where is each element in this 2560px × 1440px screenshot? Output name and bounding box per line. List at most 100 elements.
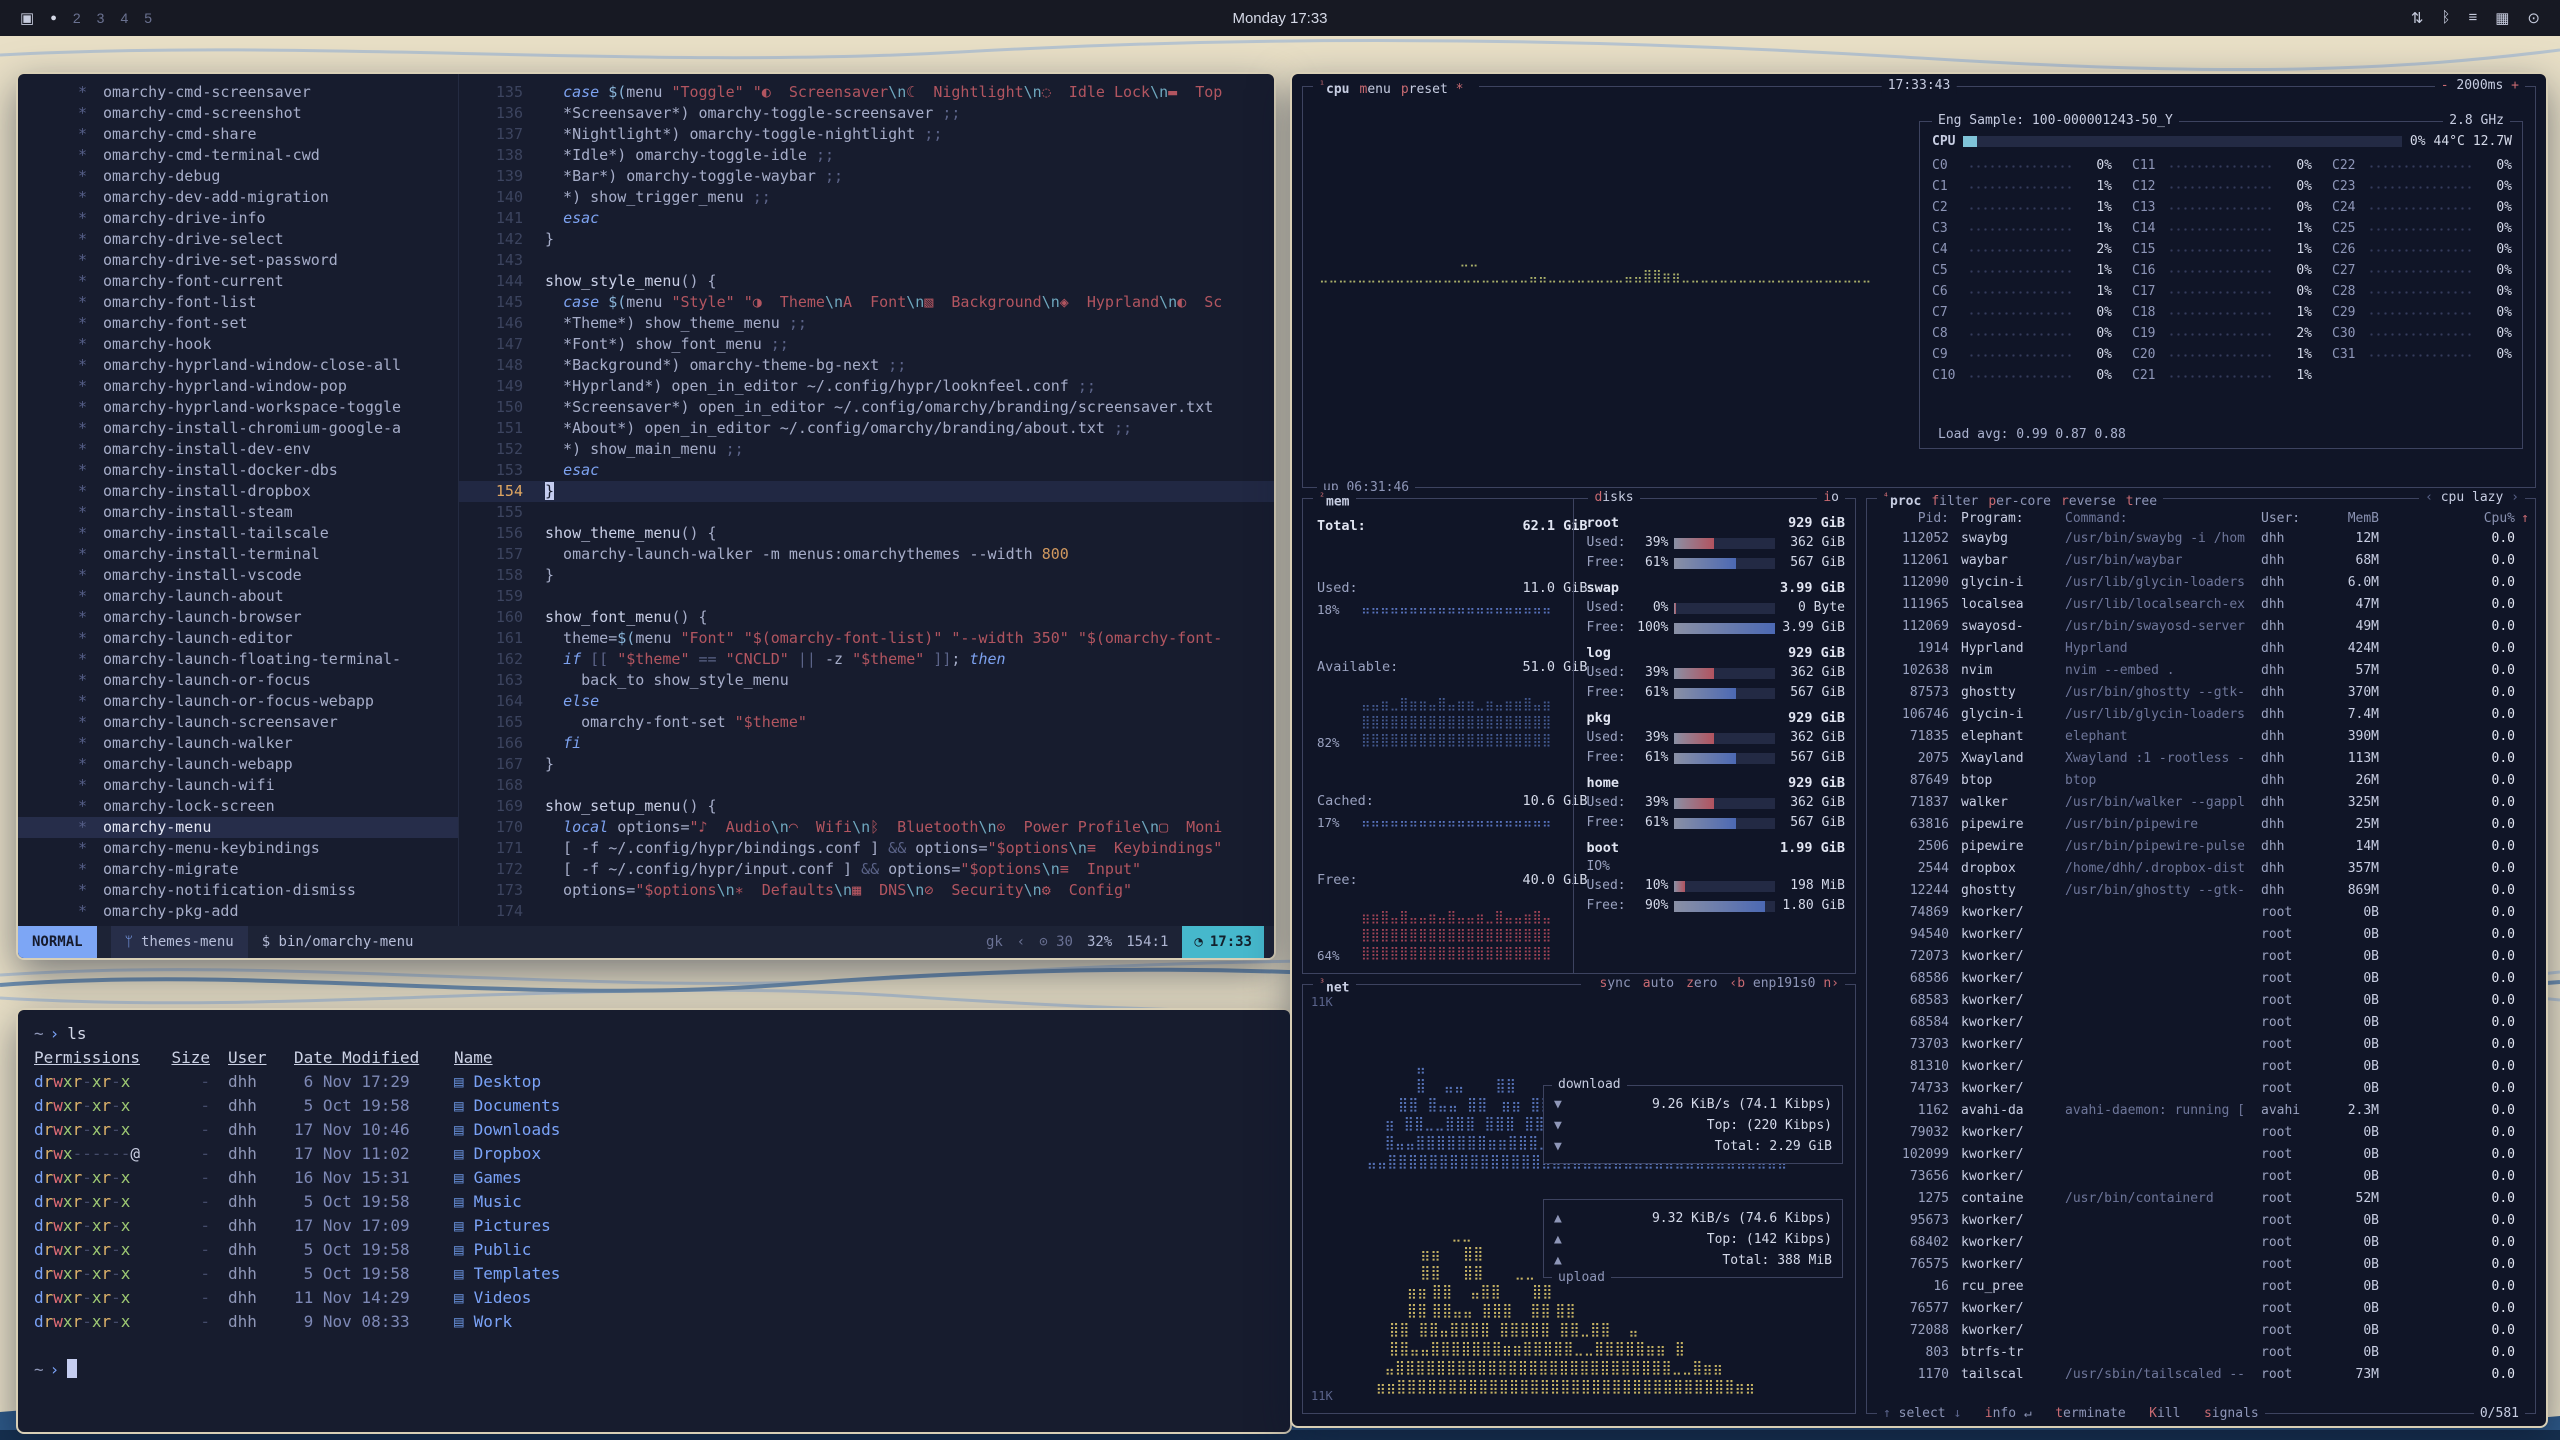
code-line-137[interactable]: 137 *Nightlight*) omarchy-toggle-nightli… <box>459 124 1274 145</box>
code-line-151[interactable]: 151 *About*) open_in_editor ~/.config/om… <box>459 418 1274 439</box>
menu-button[interactable]: menu <box>1360 82 1391 97</box>
file-item-omarchy-launch-or-focus[interactable]: *omarchy-launch-or-focus <box>18 670 458 691</box>
code-line-166[interactable]: 166 fi <box>459 733 1274 754</box>
process-row-63816[interactable]: 63816pipewire/usr/bin/pipewiredhh25M0.0 <box>1867 814 2535 836</box>
process-row-102099[interactable]: 102099kworker/root0B0.0 <box>1867 1144 2535 1166</box>
disks-title[interactable]: disks <box>1588 490 1639 506</box>
terminal-window[interactable]: ~›ls Permissions Size User Date Modified… <box>16 1008 1292 1434</box>
process-row-1162[interactable]: 1162avahi-daavahi-daemon: running [avahi… <box>1867 1100 2535 1122</box>
workspace-5[interactable]: 5 <box>144 10 152 26</box>
process-row-73703[interactable]: 73703kworker/root0B0.0 <box>1867 1034 2535 1056</box>
code-line-143[interactable]: 143 <box>459 250 1274 271</box>
file-item-omarchy-hook[interactable]: *omarchy-hook <box>18 334 458 355</box>
code-line-155[interactable]: 155 <box>459 502 1274 523</box>
file-item-omarchy-install-vscode[interactable]: *omarchy-install-vscode <box>18 565 458 586</box>
code-pane[interactable]: 135 case $(menu "Toggle" "◐ Screensaver\… <box>459 74 1274 926</box>
workspace-active[interactable]: ● <box>50 12 57 24</box>
process-row-112061[interactable]: 112061waybar/usr/bin/waybardhh68M0.0 <box>1867 550 2535 572</box>
file-item-omarchy-launch-screensaver[interactable]: *omarchy-launch-screensaver <box>18 712 458 733</box>
process-row-1914[interactable]: 1914HyprlandHyprlanddhh424M0.0 <box>1867 638 2535 660</box>
file-item-omarchy-lock-screen[interactable]: *omarchy-lock-screen <box>18 796 458 817</box>
code-line-160[interactable]: 160show_font_menu() { <box>459 607 1274 628</box>
file-item-omarchy-install-terminal[interactable]: *omarchy-install-terminal <box>18 544 458 565</box>
file-item-omarchy-install-steam[interactable]: *omarchy-install-steam <box>18 502 458 523</box>
process-row-68402[interactable]: 68402kworker/root0B0.0 <box>1867 1232 2535 1254</box>
file-item-omarchy-font-set[interactable]: *omarchy-font-set <box>18 313 458 334</box>
file-item-omarchy-drive-info[interactable]: *omarchy-drive-info <box>18 208 458 229</box>
code-line-165[interactable]: 165 omarchy-font-set "$theme" <box>459 712 1274 733</box>
code-line-141[interactable]: 141 esac <box>459 208 1274 229</box>
code-line-153[interactable]: 153 esac <box>459 460 1274 481</box>
process-row-94540[interactable]: 94540kworker/root0B0.0 <box>1867 924 2535 946</box>
proc-action-terminate[interactable]: terminate <box>2055 1406 2125 1421</box>
bluetooth-icon[interactable]: ᛒ <box>2441 9 2450 27</box>
code-line-161[interactable]: 161 theme=$(menu "Font" "$(omarchy-font-… <box>459 628 1274 649</box>
prompt-line-2[interactable]: ~› <box>34 1358 1290 1382</box>
code-line-144[interactable]: 144show_style_menu() { <box>459 271 1274 292</box>
process-row-112069[interactable]: 112069swayosd-/usr/bin/swayosd-serverdhh… <box>1867 616 2535 638</box>
process-row-76577[interactable]: 76577kworker/root0B0.0 <box>1867 1298 2535 1320</box>
file-item-omarchy-install-docker-dbs[interactable]: *omarchy-install-docker-dbs <box>18 460 458 481</box>
network-updown-icon[interactable]: ⇅ <box>2411 9 2424 27</box>
file-item-omarchy-launch-about[interactable]: *omarchy-launch-about <box>18 586 458 607</box>
select-down-icon[interactable]: ↓ <box>1953 1406 1961 1421</box>
file-item-omarchy-install-dropbox[interactable]: *omarchy-install-dropbox <box>18 481 458 502</box>
code-line-162[interactable]: 162 if [[ "$theme" == "CNCLD" || -z "$th… <box>459 649 1274 670</box>
display-icon[interactable]: ▦ <box>2495 9 2509 27</box>
process-row-2506[interactable]: 2506pipewire/usr/bin/pipewire-pulsedhh14… <box>1867 836 2535 858</box>
process-row-71837[interactable]: 71837walker/usr/bin/walker --gappldhh325… <box>1867 792 2535 814</box>
power-icon[interactable]: ⊙ <box>2527 9 2540 27</box>
proc-option-tree[interactable]: tree <box>2126 494 2157 509</box>
process-row-68584[interactable]: 68584kworker/root0B0.0 <box>1867 1012 2535 1034</box>
code-line-154[interactable]: 154} <box>459 481 1274 502</box>
code-line-139[interactable]: 139 *Bar*) omarchy-toggle-waybar ;; <box>459 166 1274 187</box>
file-item-omarchy-debug[interactable]: *omarchy-debug <box>18 166 458 187</box>
file-item-omarchy-notification-dismiss[interactable]: *omarchy-notification-dismiss <box>18 880 458 901</box>
code-line-169[interactable]: 169show_setup_menu() { <box>459 796 1274 817</box>
code-line-150[interactable]: 150 *Screensaver*) open_in_editor ~/.con… <box>459 397 1274 418</box>
process-row-72073[interactable]: 72073kworker/root0B0.0 <box>1867 946 2535 968</box>
file-item-omarchy-hyprland-window-close-all[interactable]: *omarchy-hyprland-window-close-all <box>18 355 458 376</box>
process-row-2544[interactable]: 2544dropbox/home/dhh/.dropbox-distdhh357… <box>1867 858 2535 880</box>
proc-option-per-core[interactable]: per-core <box>1988 494 2051 509</box>
code-line-146[interactable]: 146 *Theme*) show_theme_menu ;; <box>459 313 1274 334</box>
file-item-omarchy-hyprland-window-pop[interactable]: *omarchy-hyprland-window-pop <box>18 376 458 397</box>
file-item-omarchy-font-current[interactable]: *omarchy-font-current <box>18 271 458 292</box>
code-line-135[interactable]: 135 case $(menu "Toggle" "◐ Screensaver\… <box>459 82 1274 103</box>
process-row-68583[interactable]: 68583kworker/root0B0.0 <box>1867 990 2535 1012</box>
net-sync-button[interactable]: sync <box>1599 976 1630 991</box>
file-item-omarchy-cmd-screenshot[interactable]: *omarchy-cmd-screenshot <box>18 103 458 124</box>
process-row-803[interactable]: 803btrfs-trroot0B0.0 <box>1867 1342 2535 1364</box>
process-row-74869[interactable]: 74869kworker/root0B0.0 <box>1867 902 2535 924</box>
code-line-152[interactable]: 152 *) show_main_menu ;; <box>459 439 1274 460</box>
process-row-12244[interactable]: 12244ghostty/usr/bin/ghostty --gtk-dhh86… <box>1867 880 2535 902</box>
interval-increase-button[interactable]: + <box>2511 78 2519 93</box>
file-item-omarchy-menu[interactable]: *omarchy-menu <box>18 817 458 838</box>
file-item-omarchy-drive-select[interactable]: *omarchy-drive-select <box>18 229 458 250</box>
code-line-157[interactable]: 157 omarchy-launch-walker -m menus:omarc… <box>459 544 1274 565</box>
workspace-2[interactable]: 2 <box>73 10 81 26</box>
code-line-164[interactable]: 164 else <box>459 691 1274 712</box>
proc-action-kill[interactable]: Kill <box>2149 1406 2180 1421</box>
preset-button[interactable]: preset * <box>1401 82 1464 97</box>
tab-cpu[interactable]: ¹cpu <box>1319 82 1350 97</box>
process-row-1170[interactable]: 1170tailscal/usr/sbin/tailscaled --root7… <box>1867 1364 2535 1386</box>
proc-option-filter[interactable]: filter <box>1931 494 1978 509</box>
code-line-136[interactable]: 136 *Screensaver*) omarchy-toggle-screen… <box>459 103 1274 124</box>
io-toggle[interactable]: io <box>1817 490 1845 506</box>
file-item-omarchy-cmd-screensaver[interactable]: *omarchy-cmd-screensaver <box>18 82 458 103</box>
code-line-174[interactable]: 174 <box>459 901 1274 922</box>
process-row-81310[interactable]: 81310kworker/root0B0.0 <box>1867 1056 2535 1078</box>
process-row-112052[interactable]: 112052swaybg/usr/bin/swaybg -i /homdhh12… <box>1867 528 2535 550</box>
code-line-145[interactable]: 145 case $(menu "Style" "◑ Theme\nA Font… <box>459 292 1274 313</box>
net-zero-button[interactable]: zero <box>1686 976 1717 991</box>
net-box-title[interactable]: ³net <box>1313 976 1356 996</box>
git-branch[interactable]: ᛘ themes-menu <box>111 926 248 958</box>
file-item-omarchy-drive-set-password[interactable]: *omarchy-drive-set-password <box>18 250 458 271</box>
process-row-106746[interactable]: 106746glycin-i/usr/lib/glycin-loadersdhh… <box>1867 704 2535 726</box>
file-item-omarchy-install-dev-env[interactable]: *omarchy-install-dev-env <box>18 439 458 460</box>
code-line-138[interactable]: 138 *Idle*) omarchy-toggle-idle ;; <box>459 145 1274 166</box>
file-item-omarchy-launch-editor[interactable]: *omarchy-launch-editor <box>18 628 458 649</box>
code-line-167[interactable]: 167} <box>459 754 1274 775</box>
file-item-omarchy-cmd-share[interactable]: *omarchy-cmd-share <box>18 124 458 145</box>
